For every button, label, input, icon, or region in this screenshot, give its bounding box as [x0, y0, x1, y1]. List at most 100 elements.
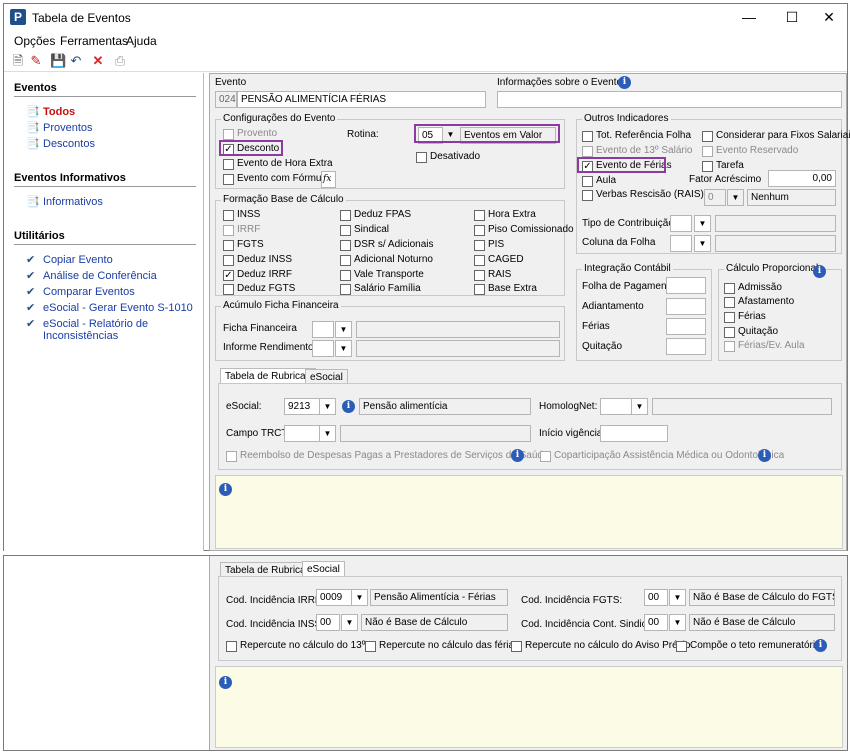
campo-trct-name	[340, 425, 531, 442]
inicio-vigencia-input[interactable]	[600, 425, 668, 442]
formula-button[interactable]: fx	[321, 171, 336, 188]
delete-icon[interactable]: ✕	[90, 53, 106, 69]
integ-folha-input[interactable]	[666, 277, 706, 294]
menu-ferramentas[interactable]: Ferramentas	[60, 34, 128, 48]
sindical-code-input[interactable]: 00	[644, 614, 668, 631]
fgts-name: Não é Base de Cálculo do FGTS	[689, 589, 835, 606]
info-icon[interactable]: i	[511, 449, 524, 462]
irrf-dropdown[interactable]: ▼	[351, 589, 368, 606]
sidebar-informativos-title: Eventos Informativos	[14, 172, 126, 184]
window-title: Tabela de Eventos	[32, 11, 131, 25]
info-evento-input[interactable]	[497, 91, 842, 108]
ficha-input[interactable]	[312, 321, 334, 338]
coluna-folha-label: Coluna da Folha	[582, 237, 656, 248]
evento-name-input[interactable]: PENSÃO ALIMENTÍCIA FÉRIAS	[237, 91, 486, 108]
menu-ajuda[interactable]: Ajuda	[126, 34, 157, 48]
highlight-desconto	[219, 140, 283, 156]
evento-label: Evento	[215, 77, 247, 88]
events-icon: 📑	[26, 196, 40, 208]
integ-ferias-label: Férias	[582, 321, 610, 332]
esocial-code-input[interactable]: 9213	[284, 398, 320, 415]
tab-esocial[interactable]: eSocial	[302, 561, 345, 577]
edit-icon[interactable]: ✎	[28, 53, 44, 69]
close-icon[interactable]: ✕	[814, 8, 844, 26]
info-icon: i	[219, 676, 232, 689]
config-title: Configurações do Evento	[221, 113, 338, 124]
integ-adiant-input[interactable]	[666, 298, 706, 315]
homolog-dropdown[interactable]: ▼	[631, 398, 648, 415]
info-icon[interactable]: i	[814, 639, 827, 652]
sindical-label: Cod. Incidência Cont. Sindical:	[521, 619, 658, 630]
sindical-dropdown[interactable]: ▼	[669, 614, 686, 631]
fgts-dropdown[interactable]: ▼	[669, 589, 686, 606]
ficha-label: Ficha Financeira	[223, 323, 297, 334]
main-window: P Tabela de Eventos — ☐ ✕ Opções Ferrame…	[3, 3, 850, 551]
esocial-dropdown[interactable]: ▼	[319, 398, 336, 415]
events-icon: 📑	[26, 106, 40, 118]
informe-dropdown[interactable]: ▼	[335, 340, 352, 357]
irrf-code-input[interactable]: 0009	[316, 589, 352, 606]
inss-code-input[interactable]: 00	[316, 614, 340, 631]
integracao-title: Integração Contábil	[582, 263, 673, 274]
integ-quitacao-label: Quitação	[582, 341, 623, 352]
print-icon[interactable]: ⎙	[112, 53, 128, 69]
integ-adiant-label: Adiantamento	[582, 301, 644, 312]
ficha-dropdown[interactable]: ▼	[335, 321, 352, 338]
esocial-name: Pensão alimentícia	[359, 398, 531, 415]
events-icon: 📑	[26, 122, 40, 134]
campo-trct-input[interactable]	[284, 425, 320, 442]
note-area: i	[215, 666, 843, 748]
tipo-contrib-name	[715, 215, 836, 232]
tab-tabela-rubricas[interactable]: Tabela de Rubricas	[220, 368, 316, 384]
info-icon[interactable]: i	[758, 449, 771, 462]
info-evento-label: Informações sobre o Evento	[497, 77, 623, 88]
outros-title: Outros Indicadores	[582, 113, 671, 124]
integ-folha-label: Folha de Pagamento	[582, 281, 675, 292]
highlight-ferias	[577, 157, 666, 173]
fgts-code-input[interactable]: 00	[644, 589, 668, 606]
maximize-icon[interactable]: ☐	[777, 8, 807, 26]
integ-ferias-input[interactable]	[666, 318, 706, 335]
sidebar: Eventos 📑 Todos 📑 Proventos 📑 Descontos Eve…	[4, 73, 204, 551]
minimize-icon[interactable]: —	[734, 8, 764, 26]
app-icon: P	[10, 9, 26, 25]
informe-input[interactable]	[312, 340, 334, 357]
esocial-window: Tabela de Rubricas eSocial Cod. Incidênc…	[3, 555, 848, 751]
verbas-dropdown[interactable]: ▼	[727, 189, 744, 206]
inss-dropdown[interactable]: ▼	[341, 614, 358, 631]
tipo-contrib-label: Tipo de Contribuição	[582, 218, 674, 229]
inss-name: Não é Base de Cálculo	[361, 614, 508, 631]
verbas-code[interactable]: 0	[704, 189, 726, 206]
info-icon[interactable]: i	[618, 76, 631, 89]
irrf-name: Pensão Alimentícia - Férias	[370, 589, 508, 606]
tipo-contrib-input[interactable]	[670, 215, 692, 232]
menu-opcoes[interactable]: Opções	[14, 34, 55, 48]
coluna-folha-dropdown[interactable]: ▼	[694, 235, 711, 252]
info-icon[interactable]: i	[342, 400, 355, 413]
main-panel: Evento 024 PENSÃO ALIMENTÍCIA FÉRIAS Inf…	[209, 73, 850, 551]
campo-trct-label: Campo TRCT:	[226, 428, 290, 439]
campo-trct-dropdown[interactable]: ▼	[319, 425, 336, 442]
sidebar-eventos-title: Eventos	[14, 82, 57, 94]
coluna-folha-name	[715, 235, 836, 252]
check-icon: ✔	[26, 318, 36, 330]
esocial-label: eSocial:	[226, 401, 262, 412]
check-icon: ✔	[26, 270, 36, 282]
new-icon[interactable]: 🗎	[10, 53, 26, 69]
fator-input[interactable]: 0,00	[768, 170, 836, 187]
sindical-name: Não é Base de Cálculo	[689, 614, 835, 631]
evento-code: 024	[215, 91, 237, 108]
toolbar: 🗎 ✎ 💾 ↶ ✕ ⎙	[4, 50, 847, 72]
integ-quitacao-input[interactable]	[666, 338, 706, 355]
esocial-panel: Tabela de Rubricas eSocial Cod. Incidênc…	[209, 556, 847, 750]
save-icon[interactable]: 💾	[50, 53, 66, 69]
coluna-folha-input[interactable]	[670, 235, 692, 252]
proporcional-title: Cálculo Proporcional	[724, 263, 821, 274]
info-icon[interactable]: i	[813, 265, 826, 278]
homolog-label: HomologNet:	[539, 401, 598, 412]
inss-label: Cod. Incidência INSS:	[226, 619, 324, 630]
undo-icon[interactable]: ↶	[68, 53, 84, 69]
tipo-contrib-dropdown[interactable]: ▼	[694, 215, 711, 232]
fgts-label: Cod. Incidência FGTS:	[521, 595, 623, 606]
homolog-input[interactable]	[600, 398, 632, 415]
